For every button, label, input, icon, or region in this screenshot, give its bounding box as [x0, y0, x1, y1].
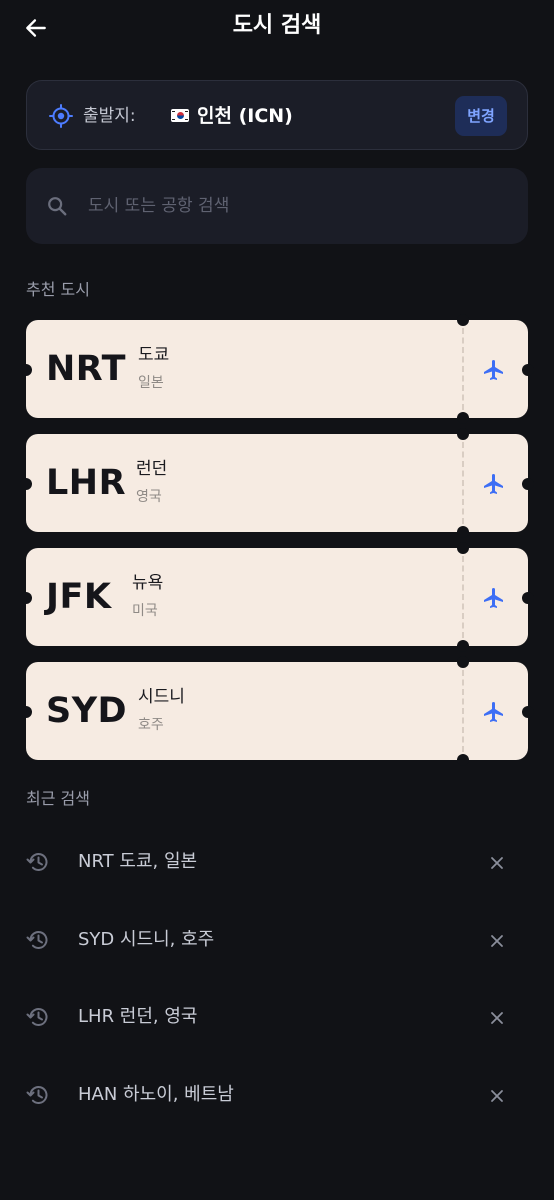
history-icon	[26, 1008, 48, 1026]
history-icon	[26, 1086, 48, 1104]
remove-recent-button[interactable]	[484, 850, 510, 876]
airplane-icon	[484, 588, 503, 608]
airport-code: NRT	[46, 349, 127, 389]
airport-code: SYD	[46, 691, 128, 731]
search-icon	[48, 197, 67, 216]
change-origin-button[interactable]: 변경	[455, 96, 507, 136]
search-input[interactable]	[88, 186, 508, 226]
country-name: 일본	[138, 375, 164, 391]
airplane-icon	[484, 360, 503, 380]
recommended-section-title: 추천 도시	[26, 280, 90, 299]
city-name: 시드니	[138, 687, 185, 707]
search-box[interactable]	[26, 168, 528, 244]
airplane-icon	[484, 474, 503, 494]
remove-recent-button[interactable]	[484, 1005, 510, 1031]
airport-code: JFK	[46, 577, 112, 617]
origin-value: 인천 (ICN)	[197, 105, 293, 127]
airport-code: LHR	[46, 463, 127, 503]
recommended-city-ticket[interactable]: SYD 시드니 호주	[20, 656, 534, 766]
close-icon	[491, 1012, 503, 1024]
recent-search-item[interactable]: HAN 하노이, 베트남	[0, 1069, 554, 1121]
recent-search-text[interactable]: HAN 하노이, 베트남	[78, 1083, 234, 1107]
location-target-icon	[49, 104, 73, 128]
page-title: 도시 검색	[232, 13, 322, 38]
korea-flag-icon	[171, 109, 189, 122]
recent-search-item[interactable]: LHR 런던, 영국	[0, 991, 554, 1043]
recent-search-item[interactable]: SYD 시드니, 호주	[0, 914, 554, 966]
country-name: 영국	[136, 489, 162, 505]
city-name: 런던	[136, 459, 168, 479]
recent-search-item[interactable]: NRT 도쿄, 일본	[0, 836, 554, 888]
country-name: 호주	[138, 717, 164, 733]
close-icon	[491, 1090, 503, 1102]
recent-search-text[interactable]: LHR 런던, 영국	[78, 1005, 197, 1029]
airplane-icon	[484, 702, 503, 722]
origin-label: 출발지:	[83, 106, 136, 126]
city-name: 도쿄	[138, 345, 170, 365]
remove-recent-button[interactable]	[484, 1083, 510, 1109]
recent-search-text[interactable]: SYD 시드니, 호주	[78, 928, 214, 952]
remove-recent-button[interactable]	[484, 928, 510, 954]
recommended-city-ticket[interactable]: NRT 도쿄 일본	[20, 314, 534, 424]
recent-section-title: 최근 검색	[26, 789, 90, 808]
close-icon	[491, 857, 503, 869]
country-name: 미국	[132, 603, 158, 619]
recommended-city-ticket[interactable]: JFK 뉴욕 미국	[20, 542, 534, 652]
close-icon	[491, 935, 503, 947]
origin-card: 출발지: 인천 (ICN) 변경	[26, 80, 528, 150]
top-bar: 도시 검색	[0, 0, 554, 54]
recent-search-text[interactable]: NRT 도쿄, 일본	[78, 850, 197, 874]
recommended-city-ticket[interactable]: LHR 런던 영국	[20, 428, 534, 538]
city-name: 뉴욕	[132, 573, 164, 593]
history-icon	[26, 931, 48, 949]
history-icon	[26, 853, 48, 871]
